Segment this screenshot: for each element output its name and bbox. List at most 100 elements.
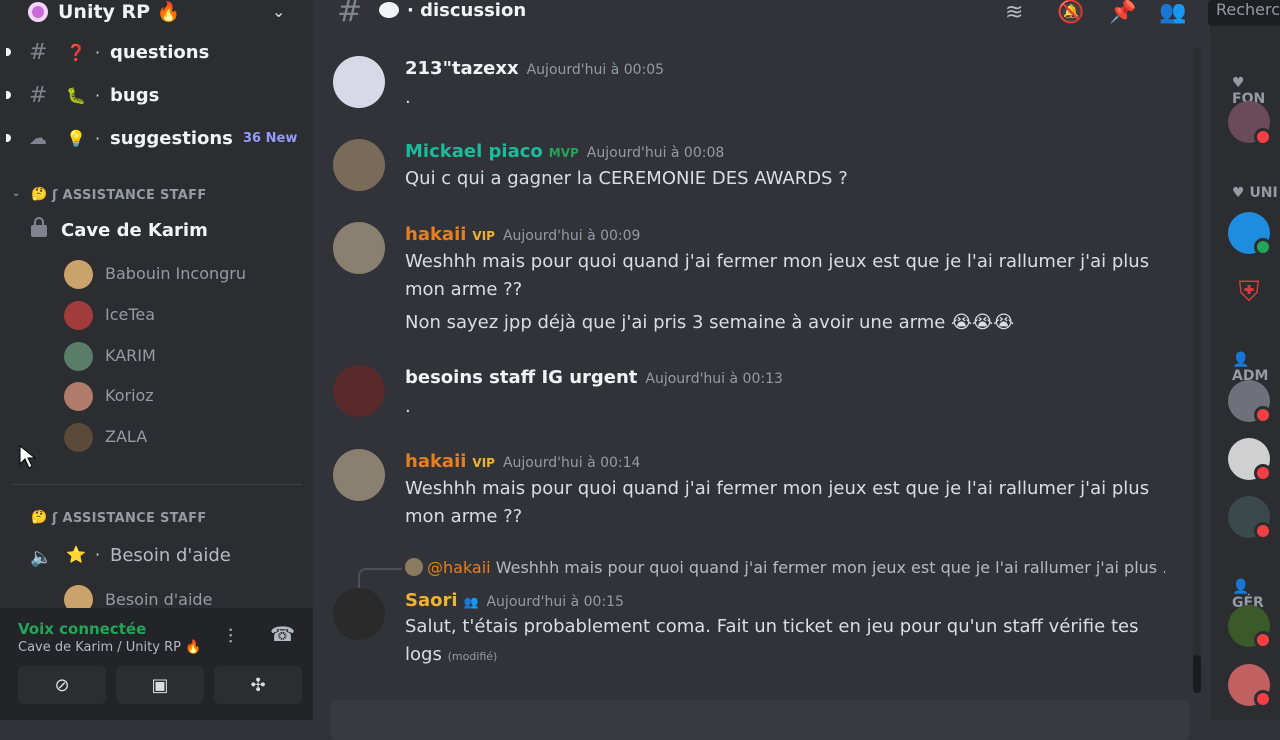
channel-suggestions[interactable]: ☁ 💡 · suggestions 36 New: [0, 121, 313, 155]
timestamp: Aujourd'hui à 00:13: [645, 371, 783, 387]
message-text: .: [405, 87, 411, 108]
channel-name: bugs: [110, 84, 160, 106]
noise-suppression-icon[interactable]: ⫶: [228, 624, 233, 648]
message-composer[interactable]: [330, 700, 1190, 740]
message: Saori 👥 Aujourd'hui à 00:15 Salut, t'étais…: [330, 588, 1210, 678]
camera-off-icon: ⊘: [54, 674, 70, 696]
voice-member[interactable]: ZALA: [0, 421, 313, 455]
voice-location[interactable]: Cave de Karim / Unity RP 🔥: [18, 640, 201, 655]
member-name: Besoin d'aide: [105, 590, 213, 609]
message-text: logs (modifié): [405, 644, 498, 665]
hash-icon: #: [29, 39, 48, 65]
voice-status: Voix connectée: [18, 620, 147, 638]
scrollbar-thumb[interactable]: [1193, 655, 1201, 693]
separator-dot: ·: [95, 85, 101, 105]
channel-bugs[interactable]: # 🐛 · bugs: [0, 78, 313, 112]
activities-icon: ✣: [250, 674, 266, 696]
screen-share-icon: ▣: [151, 674, 169, 696]
reply-mention: @hakaii: [427, 558, 491, 577]
server-header[interactable]: Unity RP 🔥 ⌄: [0, 0, 313, 26]
separator-dot: ·: [95, 128, 101, 148]
username[interactable]: Saori 👥 Aujourd'hui à 00:15: [405, 590, 624, 611]
avatar: [405, 558, 423, 576]
channel-emoji: ❓: [66, 42, 86, 62]
reply-preview[interactable]: @hakaii Weshhh mais pour quoi quand j'ai…: [405, 558, 1165, 577]
mouse-cursor-icon: [19, 444, 37, 469]
message-text: .: [405, 396, 411, 417]
mute-bell-icon[interactable]: 🔕: [1057, 0, 1084, 25]
member-group-header: ♥ UNI: [1232, 185, 1278, 201]
category-assistance-staff[interactable]: 🤔 ʃ ASSISTANCE STAFF: [0, 510, 313, 530]
username[interactable]: 213"tazexx Aujourd'hui à 00:05: [405, 58, 664, 79]
lock-icon: [31, 217, 47, 237]
category-emoji: 🤔: [31, 510, 48, 525]
screen-share-button[interactable]: ▣: [116, 666, 204, 704]
pin-icon[interactable]: 📌: [1109, 0, 1136, 25]
timestamp: Aujourd'hui à 00:14: [502, 455, 641, 471]
dnd-status-icon: [1254, 631, 1272, 649]
username[interactable]: hakaii VIP Aujourd'hui à 00:14: [405, 451, 640, 472]
scrollbar-track[interactable]: [1193, 48, 1201, 688]
camera-button[interactable]: ⊘: [18, 666, 106, 704]
channel-emoji: 💡: [66, 128, 86, 148]
channel-header: # · discussion ≋ 🔕 📌 👥 Recherc: [313, 0, 1280, 29]
role-tag: MVP: [548, 146, 579, 160]
timestamp: Aujourd'hui à 00:08: [586, 145, 725, 161]
voice-channel-cave[interactable]: Cave de Karim: [0, 217, 313, 248]
message: hakaii VIP Aujourd'hui à 00:14 Weshhh mais…: [330, 449, 1210, 539]
member-name: KARIM: [105, 346, 156, 365]
username[interactable]: hakaii VIP Aujourd'hui à 00:09: [405, 224, 640, 245]
message-text: Qui c qui a gagner la CEREMONIE DES AWAR…: [405, 168, 848, 189]
chevron-down-icon: ⌄: [12, 188, 21, 199]
member-name: Korioz: [105, 386, 154, 405]
voice-channel-besoin-aide[interactable]: 🔈 ⭐ · Besoin d'aide: [0, 541, 313, 571]
avatar[interactable]: [333, 449, 385, 501]
activities-button[interactable]: ✣: [214, 666, 302, 704]
message-text: Salut, t'étais probablement coma. Fait u…: [405, 616, 1139, 637]
voice-member[interactable]: Korioz: [0, 380, 313, 414]
avatar[interactable]: [333, 588, 385, 640]
role-icon: 👥: [463, 595, 479, 609]
role-tag: VIP: [472, 229, 495, 243]
voice-member[interactable]: IceTea: [0, 299, 313, 333]
separator-dot: ·: [95, 42, 101, 62]
disconnect-icon[interactable]: ☎: [270, 622, 295, 646]
message-text: Weshhh mais pour quoi quand j'ai fermer …: [405, 478, 1150, 499]
message-text: mon arme ??: [405, 279, 523, 300]
avatar[interactable]: [333, 139, 385, 191]
member-group-header: 👤 ADM: [1232, 352, 1269, 384]
avatar: [64, 423, 93, 452]
hash-icon: #: [337, 0, 363, 29]
avatar[interactable]: [333, 365, 385, 417]
message-text: Non sayez jpp déjà que j'ai pris 3 semai…: [405, 312, 1015, 333]
dnd-status-icon: [1254, 406, 1272, 424]
members-icon[interactable]: 👥: [1159, 0, 1186, 25]
timestamp: Aujourd'hui à 00:05: [526, 62, 665, 78]
avatar[interactable]: [333, 56, 385, 108]
username[interactable]: Mickael piaco MVP Aujourd'hui à 00:08: [405, 141, 724, 162]
member-name: ZALA: [105, 427, 148, 446]
message: Mickael piaco MVP Aujourd'hui à 00:08 Qui …: [330, 139, 1210, 195]
threads-icon[interactable]: ≋: [1005, 0, 1023, 25]
voice-member[interactable]: Babouin Incongru: [0, 258, 313, 292]
hash-icon: #: [29, 82, 48, 108]
channel-questions[interactable]: # ❓ · questions: [0, 35, 313, 69]
channel-name: Besoin d'aide: [110, 545, 231, 566]
avatar[interactable]: [333, 222, 385, 274]
channel-name: questions: [110, 41, 210, 63]
chevron-down-icon[interactable]: ⌄: [272, 2, 285, 21]
avatar: [64, 342, 93, 371]
message: hakaii VIP Aujourd'hui à 00:09 Weshhh mais…: [330, 222, 1210, 342]
avatar: [64, 301, 93, 330]
username[interactable]: besoins staff IG urgent Aujourd'hui à 00:…: [405, 367, 783, 388]
unread-indicator: [6, 134, 11, 142]
message-text: Weshhh mais pour quoi quand j'ai fermer …: [405, 251, 1150, 272]
voice-member[interactable]: KARIM: [0, 340, 313, 374]
channel-emoji: ⭐: [66, 545, 86, 564]
divider: [12, 484, 302, 485]
shield-logo-icon[interactable]: ⛨: [1228, 271, 1270, 313]
channel-emoji: 🐛: [66, 85, 86, 105]
search-input[interactable]: Recherc: [1208, 0, 1280, 26]
category-assistance-staff[interactable]: ⌄ 🤔 ʃ ASSISTANCE STAFF: [0, 187, 313, 207]
online-status-icon: [1254, 238, 1272, 256]
